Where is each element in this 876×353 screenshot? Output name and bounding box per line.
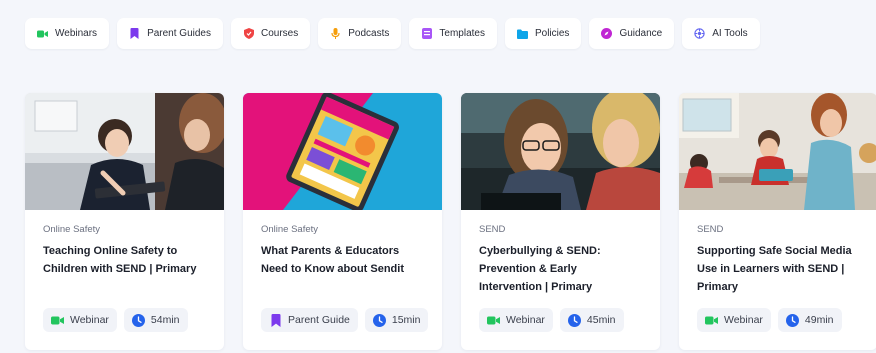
card-meta: Parent Guide 15min <box>261 308 429 332</box>
card-type-badge: Webinar <box>697 308 771 332</box>
card-meta: Webinar 45min <box>479 308 624 332</box>
card-type-label: Webinar <box>724 314 763 326</box>
card-type-label: Webinar <box>70 314 109 326</box>
folder-icon <box>516 28 528 39</box>
resource-card-list: Online Safety Teaching Online Safety to … <box>25 93 876 350</box>
card-type-badge: Parent Guide <box>261 308 358 332</box>
filter-chip-label: Parent Guides <box>147 28 211 39</box>
resource-card[interactable]: Online Safety What Parents & Educators N… <box>243 93 442 350</box>
filter-chip-label: Podcasts <box>348 28 390 39</box>
card-thumbnail-image <box>243 93 442 210</box>
card-duration-badge: 54min <box>123 308 188 332</box>
clock-icon <box>372 313 386 327</box>
card-duration: 54min <box>150 314 180 326</box>
bookmark-icon <box>269 313 282 327</box>
card-thumbnail-image <box>461 93 660 210</box>
microphone-icon <box>330 28 341 39</box>
card-type-label: Webinar <box>506 314 545 326</box>
filter-chip-templates[interactable]: Templates <box>409 18 497 49</box>
card-category: Online Safety <box>43 224 101 235</box>
card-title[interactable]: Supporting Safe Social Media Use in Lear… <box>697 242 859 296</box>
filter-chip-policies[interactable]: Policies <box>504 18 582 49</box>
video-camera-icon <box>37 28 48 39</box>
filter-chip-label: Webinars <box>55 28 98 39</box>
resource-card[interactable]: SEND Supporting Safe Social Media Use in… <box>679 93 876 350</box>
shield-icon <box>243 28 254 39</box>
filter-chip-parent-guides[interactable]: Parent Guides <box>117 18 223 49</box>
card-category: Online Safety <box>261 224 319 235</box>
video-camera-icon <box>487 314 500 327</box>
card-meta: Webinar 54min <box>43 308 188 332</box>
card-duration-badge: 49min <box>777 308 842 332</box>
card-duration: 49min <box>804 314 834 326</box>
filter-chip-label: AI Tools <box>712 28 748 39</box>
card-title[interactable]: Teaching Online Safety to Children with … <box>43 242 206 278</box>
filter-chip-label: Guidance <box>619 28 663 39</box>
video-camera-icon <box>705 314 718 327</box>
compass-icon <box>601 28 613 39</box>
ai-chip-icon <box>694 28 705 39</box>
card-duration-badge: 15min <box>364 308 429 332</box>
card-duration: 15min <box>391 314 421 326</box>
filter-chip-label: Courses <box>261 28 299 39</box>
clock-icon <box>785 313 799 327</box>
filter-chip-label: Policies <box>534 28 570 39</box>
filter-chip-webinars[interactable]: Webinars <box>25 18 110 49</box>
card-category: SEND <box>479 224 506 235</box>
filter-chip-podcasts[interactable]: Podcasts <box>318 18 402 49</box>
resource-card[interactable]: SEND Cyberbullying & SEND: Prevention & … <box>461 93 660 350</box>
bookmark-icon <box>129 28 140 39</box>
card-duration-badge: 45min <box>559 308 624 332</box>
card-type-badge: Webinar <box>43 308 117 332</box>
clock-icon <box>131 313 145 327</box>
video-camera-icon <box>51 314 64 327</box>
card-thumbnail-image <box>679 93 876 210</box>
filter-chip-courses[interactable]: Courses <box>231 18 311 49</box>
resource-card[interactable]: Online Safety Teaching Online Safety to … <box>25 93 224 350</box>
card-title[interactable]: What Parents & Educators Need to Know ab… <box>261 242 424 278</box>
filter-chip-ai-tools[interactable]: AI Tools <box>682 18 760 49</box>
card-title[interactable]: Cyberbullying & SEND: Prevention & Early… <box>479 242 642 296</box>
card-thumbnail-image <box>25 93 224 210</box>
card-meta: Webinar 49min <box>697 308 842 332</box>
filter-chip-label: Templates <box>439 28 485 39</box>
template-icon <box>421 28 432 39</box>
card-category: SEND <box>697 224 724 235</box>
card-duration: 45min <box>586 314 616 326</box>
card-type-label: Parent Guide <box>288 314 350 326</box>
resource-filter-bar: Webinars Parent Guides Courses Podcasts … <box>25 18 760 49</box>
card-type-badge: Webinar <box>479 308 553 332</box>
filter-chip-guidance[interactable]: Guidance <box>589 18 675 49</box>
clock-icon <box>567 313 581 327</box>
